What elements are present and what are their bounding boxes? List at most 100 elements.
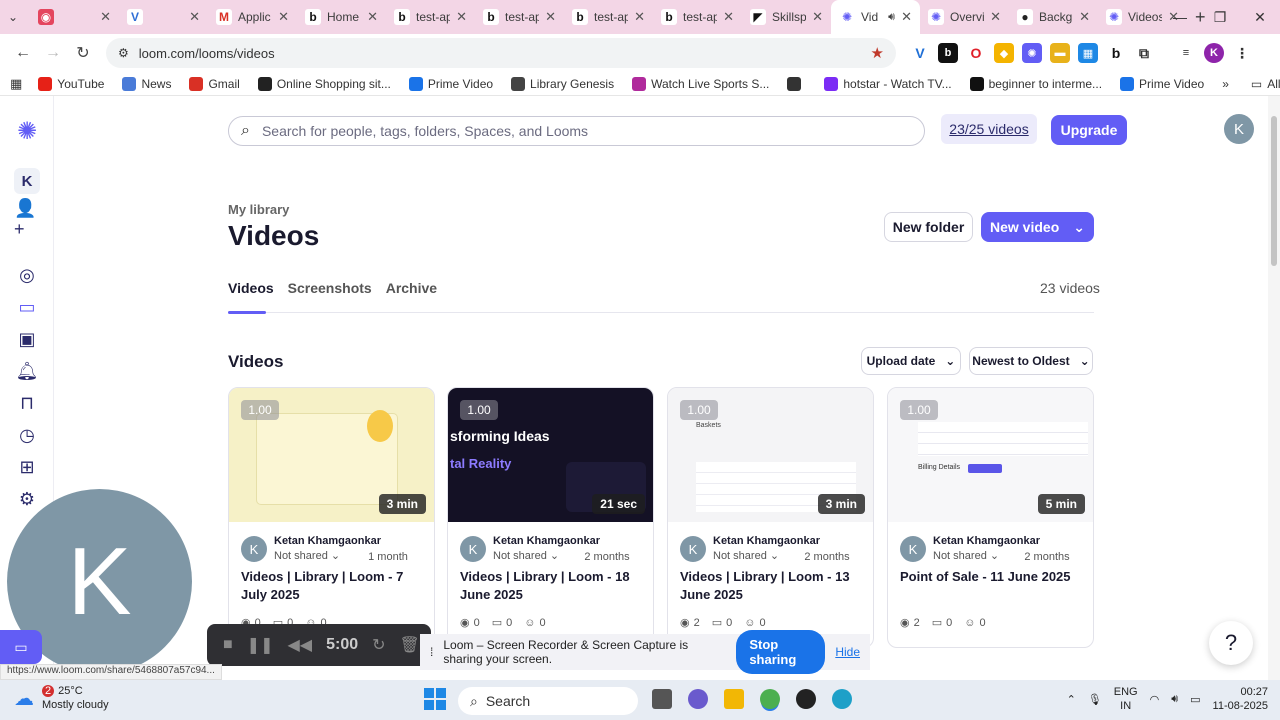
address-bar[interactable]: ⚙ loom.com/looms/videos ★ — [106, 38, 896, 68]
tab-close-icon[interactable]: ✕ — [367, 9, 378, 25]
share-status-dropdown[interactable]: Not shared ⌄ — [274, 549, 340, 562]
taskbar-search[interactable]: ⌕ Search — [458, 687, 638, 715]
browser-tab[interactable]: ◤ Skillsp ✕ — [742, 0, 831, 34]
tab-close-icon[interactable]: ✕ — [634, 9, 645, 25]
reload-icon[interactable]: ↻ — [68, 38, 98, 68]
video-thumbnail[interactable]: Baskets 1.00 3 min — [668, 388, 873, 522]
profile-icon[interactable]: ◎ — [14, 262, 40, 288]
hide-link[interactable]: Hide — [835, 645, 860, 659]
upwork-icon[interactable] — [796, 689, 816, 709]
restart-icon[interactable]: ↻ — [372, 635, 385, 655]
bookmark-icon[interactable]: ⊓ — [14, 390, 40, 416]
tab-videos[interactable]: Videos — [228, 280, 274, 296]
video-thumbnail[interactable]: sforming Ideas tal Reality 1.00 21 sec — [448, 388, 653, 522]
add-member-icon[interactable]: 👤+ — [14, 198, 40, 239]
bookmark-item[interactable]: Online Shopping sit... — [257, 76, 391, 91]
wifi-icon[interactable]: ◠ — [1150, 693, 1160, 706]
chrome-icon[interactable] — [760, 689, 780, 709]
pause-icon[interactable]: ❚❚ — [247, 635, 274, 655]
loom-logo-icon[interactable]: ✺ — [14, 118, 40, 145]
volume-icon[interactable]: 🔊︎ — [1171, 693, 1178, 706]
all-bookmarks-folder[interactable]: ▭ All Bookmarks — [1251, 77, 1280, 91]
settings-icon[interactable]: ⚙ — [14, 486, 40, 512]
bookmark-item[interactable]: beginner to interme... — [969, 76, 1102, 91]
tab-close-icon[interactable]: ✕ — [278, 9, 289, 25]
ext-grid-icon[interactable]: ▦ — [1078, 43, 1098, 63]
upgrade-button[interactable]: Upgrade — [1051, 115, 1127, 145]
tab-close-icon[interactable]: ✕ — [723, 9, 734, 25]
tab-close-icon[interactable]: ✕ — [545, 9, 556, 25]
tab-close-icon[interactable]: ✕ — [100, 9, 111, 25]
tab-list-button[interactable]: ⌄ — [0, 0, 30, 34]
browser-tab[interactable]: b test-ap ✕ — [653, 0, 742, 34]
tab-close-icon[interactable]: ✕ — [1079, 9, 1090, 25]
browser-tab[interactable]: V ✕ — [119, 0, 208, 34]
ext-loom-icon[interactable]: ✺ — [1022, 43, 1042, 63]
share-status-dropdown[interactable]: Not shared ⌄ — [713, 549, 779, 562]
video-title[interactable]: Videos | Library | Loom - 18 June 2025 — [460, 568, 645, 604]
video-card[interactable]: Baskets 1.00 3 min K Ketan Khamgaonkar Not sh… — [667, 387, 874, 648]
sort-field-dropdown[interactable]: Upload date ⌄ — [861, 347, 961, 375]
minimize-icon[interactable]: — — [1160, 0, 1200, 34]
weather-widget[interactable]: ☁ 2 25°C Mostly cloudy — [14, 684, 109, 712]
battery-icon[interactable]: ▭ — [1190, 693, 1200, 706]
ext-v-icon[interactable]: V — [910, 43, 930, 63]
back-icon[interactable]: ← — [8, 38, 38, 68]
share-status-dropdown[interactable]: Not shared ⌄ — [933, 549, 999, 562]
delete-icon[interactable]: 🗑︎ — [400, 635, 420, 655]
video-title[interactable]: Videos | Library | Loom - 13 June 2025 — [680, 568, 865, 604]
video-thumbnail[interactable]: 1.00 3 min — [229, 388, 434, 522]
tab-archive[interactable]: Archive — [386, 280, 437, 296]
site-info-icon[interactable]: ⚙ — [118, 46, 129, 60]
ext-opera-icon[interactable]: O — [966, 43, 986, 63]
edge-icon[interactable] — [832, 689, 852, 709]
apps-grid-icon[interactable]: ▦ — [10, 76, 22, 92]
calendar-icon[interactable]: ▣ — [14, 326, 40, 352]
video-card[interactable]: sforming Ideas tal Reality 1.00 21 sec K Keta… — [447, 387, 654, 648]
microphone-icon[interactable]: 🎙︎ — [1088, 693, 1102, 706]
stop-sharing-button[interactable]: Stop sharing — [736, 630, 826, 674]
tab-close-icon[interactable]: ✕ — [990, 9, 1001, 25]
share-status-dropdown[interactable]: Not shared ⌄ — [493, 549, 559, 562]
ext-b-icon[interactable]: b — [938, 43, 958, 63]
video-title[interactable]: Videos | Library | Loom - 7 July 2025 — [241, 568, 426, 604]
browser-tab[interactable]: ✺ Overvi ✕ — [920, 0, 1009, 34]
library-icon[interactable]: ▭ — [14, 294, 40, 320]
bookmark-item[interactable]: YouTube — [38, 76, 104, 91]
clock[interactable]: 00:27 11-08-2025 — [1213, 685, 1268, 713]
history-icon[interactable]: ◷ — [14, 422, 40, 448]
forward-icon[interactable]: → — [38, 38, 68, 68]
gift-icon[interactable]: ⊞ — [14, 454, 40, 480]
browser-tab[interactable]: ✺ Vid 🔊︎ ✕ — [831, 0, 920, 34]
tab-screenshots[interactable]: Screenshots — [288, 280, 372, 296]
new-video-button[interactable]: New video ⌄ — [981, 212, 1094, 242]
close-window-icon[interactable]: ✕ — [1240, 0, 1280, 34]
browser-tab[interactable]: b test-ap ✕ — [475, 0, 564, 34]
chrome-menu-icon[interactable]: ⋮ — [1232, 43, 1252, 63]
media-control-icon[interactable]: ≡ — [1176, 43, 1196, 63]
browser-tab[interactable]: ◉ ✕ — [30, 0, 119, 34]
browser-tab[interactable]: ● Backgr ✕ — [1009, 0, 1098, 34]
ext-folder-icon[interactable]: ▬ — [1050, 43, 1070, 63]
scrollbar-thumb[interactable] — [1271, 116, 1277, 266]
new-folder-button[interactable]: New folder — [884, 212, 973, 242]
browser-tab[interactable]: b test-ap ✕ — [386, 0, 475, 34]
camera-toggle-icon[interactable]: ▭ — [0, 630, 42, 664]
video-card[interactable]: 1.00 3 min K Ketan Khamgaonkar Not shared ⌄ 1… — [228, 387, 435, 648]
video-quota-link[interactable]: 23/25 videos — [941, 114, 1037, 144]
tab-close-icon[interactable]: ✕ — [812, 9, 823, 25]
tab-close-icon[interactable]: ✕ — [456, 9, 467, 25]
browser-tab[interactable]: b Home ✕ — [297, 0, 386, 34]
workspace-avatar[interactable]: K — [14, 168, 40, 194]
page-scrollbar[interactable] — [1268, 96, 1280, 680]
help-button[interactable]: ? — [1209, 621, 1253, 665]
bookmark-item[interactable]: News — [122, 76, 171, 91]
browser-tab[interactable]: b test-ap ✕ — [564, 0, 653, 34]
tab-close-icon[interactable]: ✕ — [189, 9, 200, 25]
tab-close-icon[interactable]: ✕ — [901, 9, 912, 25]
profile-avatar-icon[interactable]: K — [1204, 43, 1224, 63]
video-card[interactable]: Billing Details 1.00 5 min K Ketan Khamgaonk… — [887, 387, 1094, 648]
ext-bold-icon[interactable]: b — [1106, 43, 1126, 63]
more-bookmarks-icon[interactable]: » — [1222, 77, 1229, 91]
video-thumbnail[interactable]: Billing Details 1.00 5 min — [888, 388, 1093, 522]
